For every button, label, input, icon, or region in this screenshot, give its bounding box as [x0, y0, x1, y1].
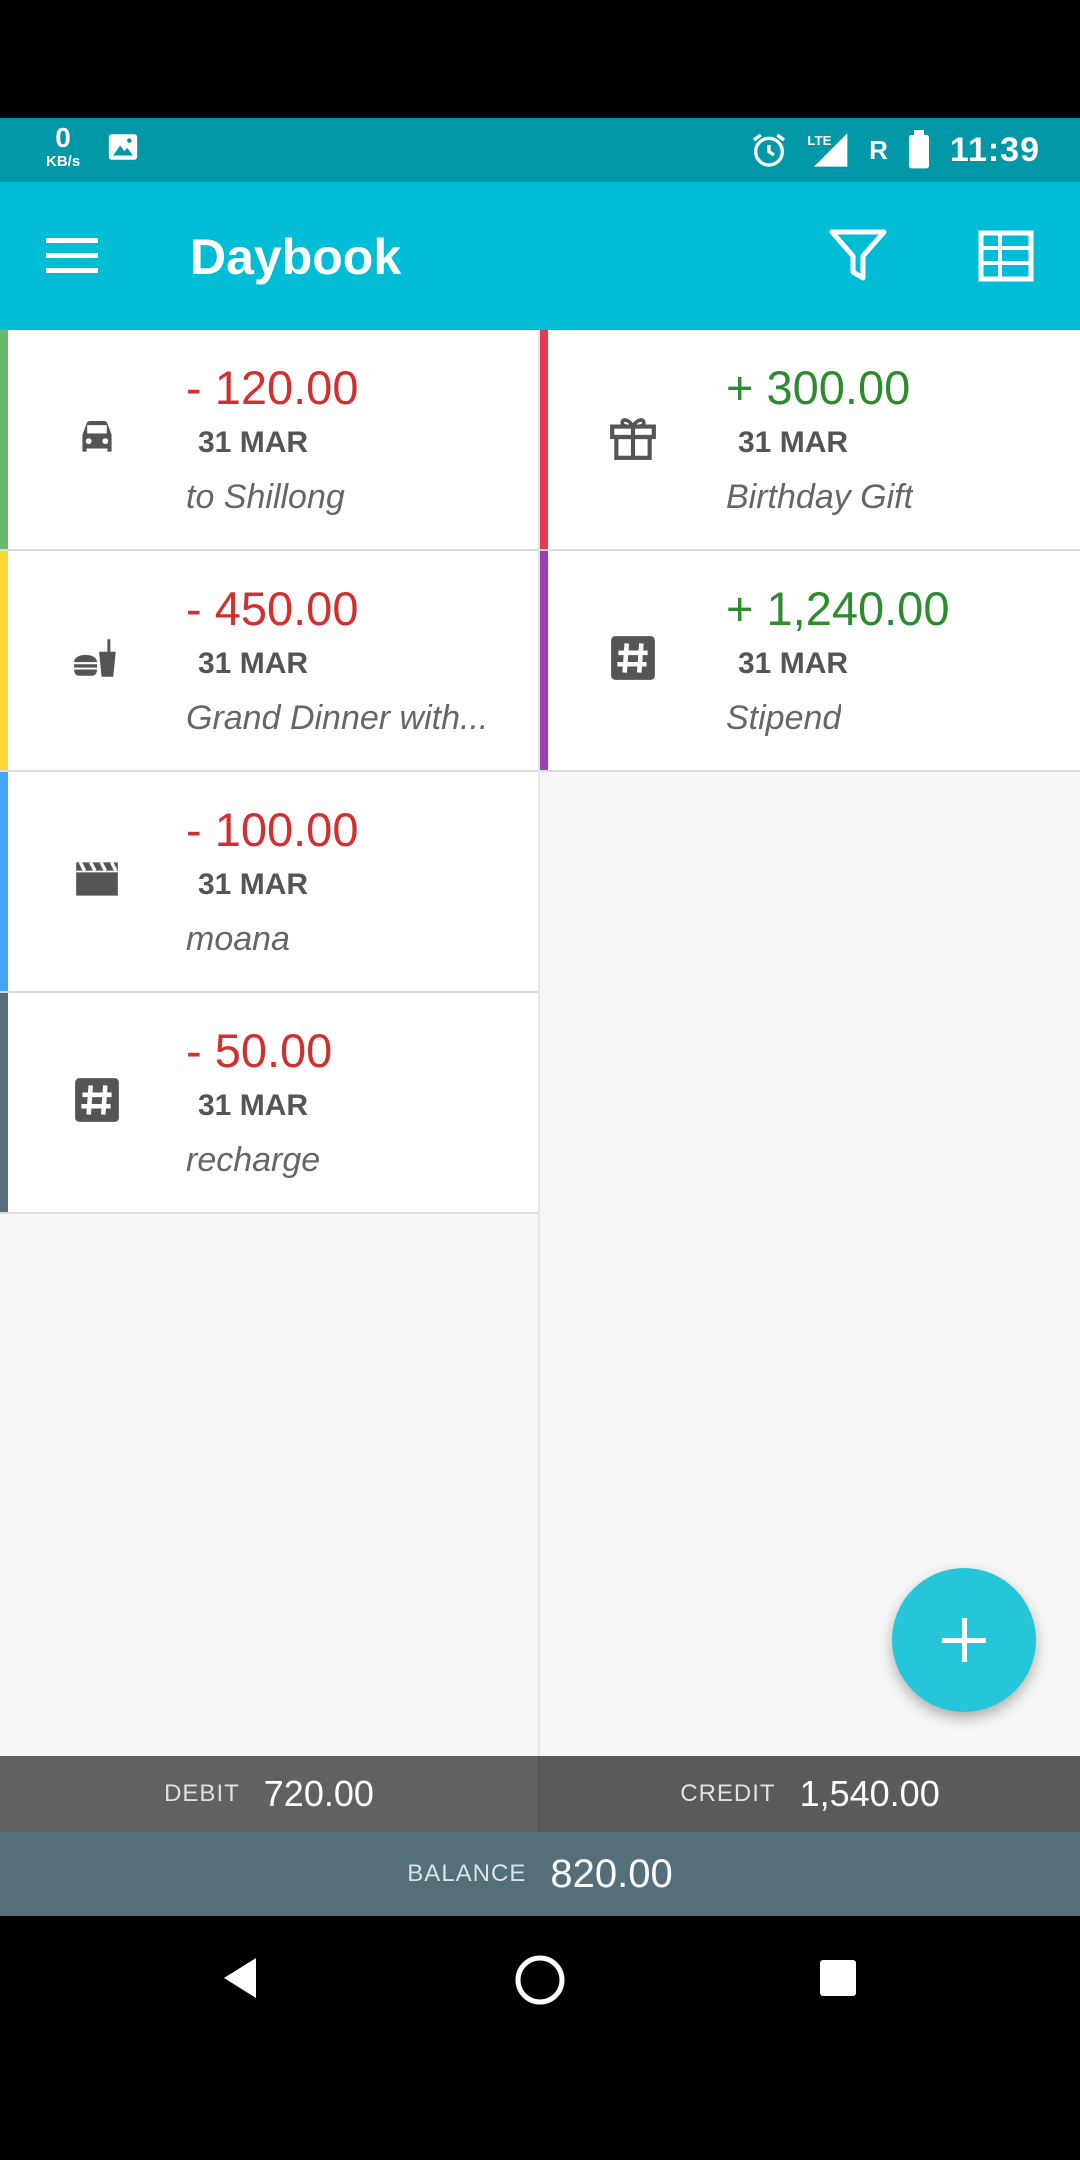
app-bar: Daybook [0, 182, 1080, 330]
transaction-note: moana [186, 920, 290, 958]
credit-total: CREDIT 1,540.00 [540, 1756, 1080, 1832]
filter-icon[interactable] [828, 228, 888, 284]
recents-icon[interactable] [820, 1960, 856, 1996]
category-stripe [0, 772, 8, 991]
credit-total-label: CREDIT [680, 1780, 776, 1807]
transaction-amount: - 100.00 [186, 803, 359, 856]
hashtag-icon [75, 1078, 119, 1122]
transaction-amount: - 450.00 [186, 582, 359, 635]
status-left: 0 KB/s [46, 124, 140, 169]
battery-icon [908, 130, 929, 169]
transaction-date: 31 MAR [198, 1089, 309, 1122]
daybook-content: - 120.00 31 MAR to Shillong - 450.00 31 … [0, 330, 1080, 1756]
debit-total-label: DEBIT [164, 1780, 240, 1807]
category-stripe [540, 330, 548, 549]
transaction-note: Stipend [726, 699, 842, 737]
back-icon[interactable] [222, 1956, 258, 2000]
movie-icon [76, 861, 118, 896]
transaction-card[interactable]: - 100.00 31 MAR moana [0, 772, 538, 993]
transaction-note: Birthday Gift [726, 478, 914, 516]
navigation-bar [0, 1916, 1080, 2048]
category-stripe [540, 551, 548, 770]
food-icon [74, 639, 116, 677]
category-stripe [0, 330, 8, 549]
transaction-amount: - 50.00 [186, 1024, 333, 1077]
transaction-date: 31 MAR [198, 868, 309, 901]
svg-text:LTE: LTE [807, 133, 831, 148]
image-icon [109, 133, 138, 160]
grid-icon[interactable] [978, 230, 1034, 282]
plus-icon [942, 1618, 986, 1662]
transaction-card[interactable]: + 1,240.00 31 MAR Stipend [540, 551, 1080, 772]
transaction-date: 31 MAR [738, 426, 849, 459]
net-speed: 0 KB/s [46, 122, 81, 170]
gift-icon [610, 418, 656, 460]
transaction-date: 31 MAR [738, 647, 849, 680]
status-right: LTE R 11:39 [749, 118, 1040, 182]
transaction-amount: + 300.00 [726, 361, 911, 414]
clock: 11:39 [949, 130, 1040, 169]
transaction-note: to Shillong [186, 478, 345, 516]
page-title: Daybook [190, 229, 402, 285]
category-stripe [0, 993, 8, 1212]
alarm-icon [753, 133, 786, 167]
lte-signal-icon: LTE [807, 133, 848, 167]
category-stripe [0, 551, 8, 770]
transaction-card[interactable]: - 450.00 31 MAR Grand Dinner with... [0, 551, 538, 772]
roaming-indicator: R [869, 134, 888, 165]
add-transaction-button[interactable] [892, 1568, 1036, 1712]
debit-column: - 120.00 31 MAR to Shillong - 450.00 31 … [0, 330, 540, 1756]
home-icon[interactable] [514, 1954, 566, 2006]
status-bar: 0 KB/s LTE R 11:39 [0, 118, 1080, 182]
balance-label: BALANCE [407, 1860, 527, 1887]
debit-total-value: 720.00 [263, 1773, 374, 1814]
transaction-date: 31 MAR [198, 647, 309, 680]
balance-bar: BALANCE 820.00 [0, 1832, 1080, 1916]
net-speed-unit: KB/s [46, 153, 81, 170]
credit-column: + 300.00 31 MAR Birthday Gift + 1,240.00… [540, 330, 1080, 1756]
net-speed-value: 0 [55, 122, 71, 153]
debit-total: DEBIT 720.00 [0, 1756, 540, 1832]
credit-total-value: 1,540.00 [799, 1773, 940, 1814]
hashtag-icon [611, 636, 655, 680]
transaction-card[interactable]: - 50.00 31 MAR recharge [0, 993, 538, 1214]
transaction-date: 31 MAR [198, 426, 309, 459]
transaction-card[interactable]: - 120.00 31 MAR to Shillong [0, 330, 538, 551]
transaction-amount: + 1,240.00 [726, 582, 950, 635]
menu-icon[interactable] [46, 234, 98, 278]
transaction-amount: - 120.00 [186, 361, 359, 414]
totals-bar: DEBIT 720.00 CREDIT 1,540.00 [0, 1756, 1080, 1832]
transaction-note: recharge [186, 1141, 321, 1179]
car-icon [82, 420, 112, 452]
transaction-card[interactable]: + 300.00 31 MAR Birthday Gift [540, 330, 1080, 551]
transaction-note: Grand Dinner with... [186, 699, 489, 737]
balance-value: 820.00 [550, 1851, 673, 1896]
